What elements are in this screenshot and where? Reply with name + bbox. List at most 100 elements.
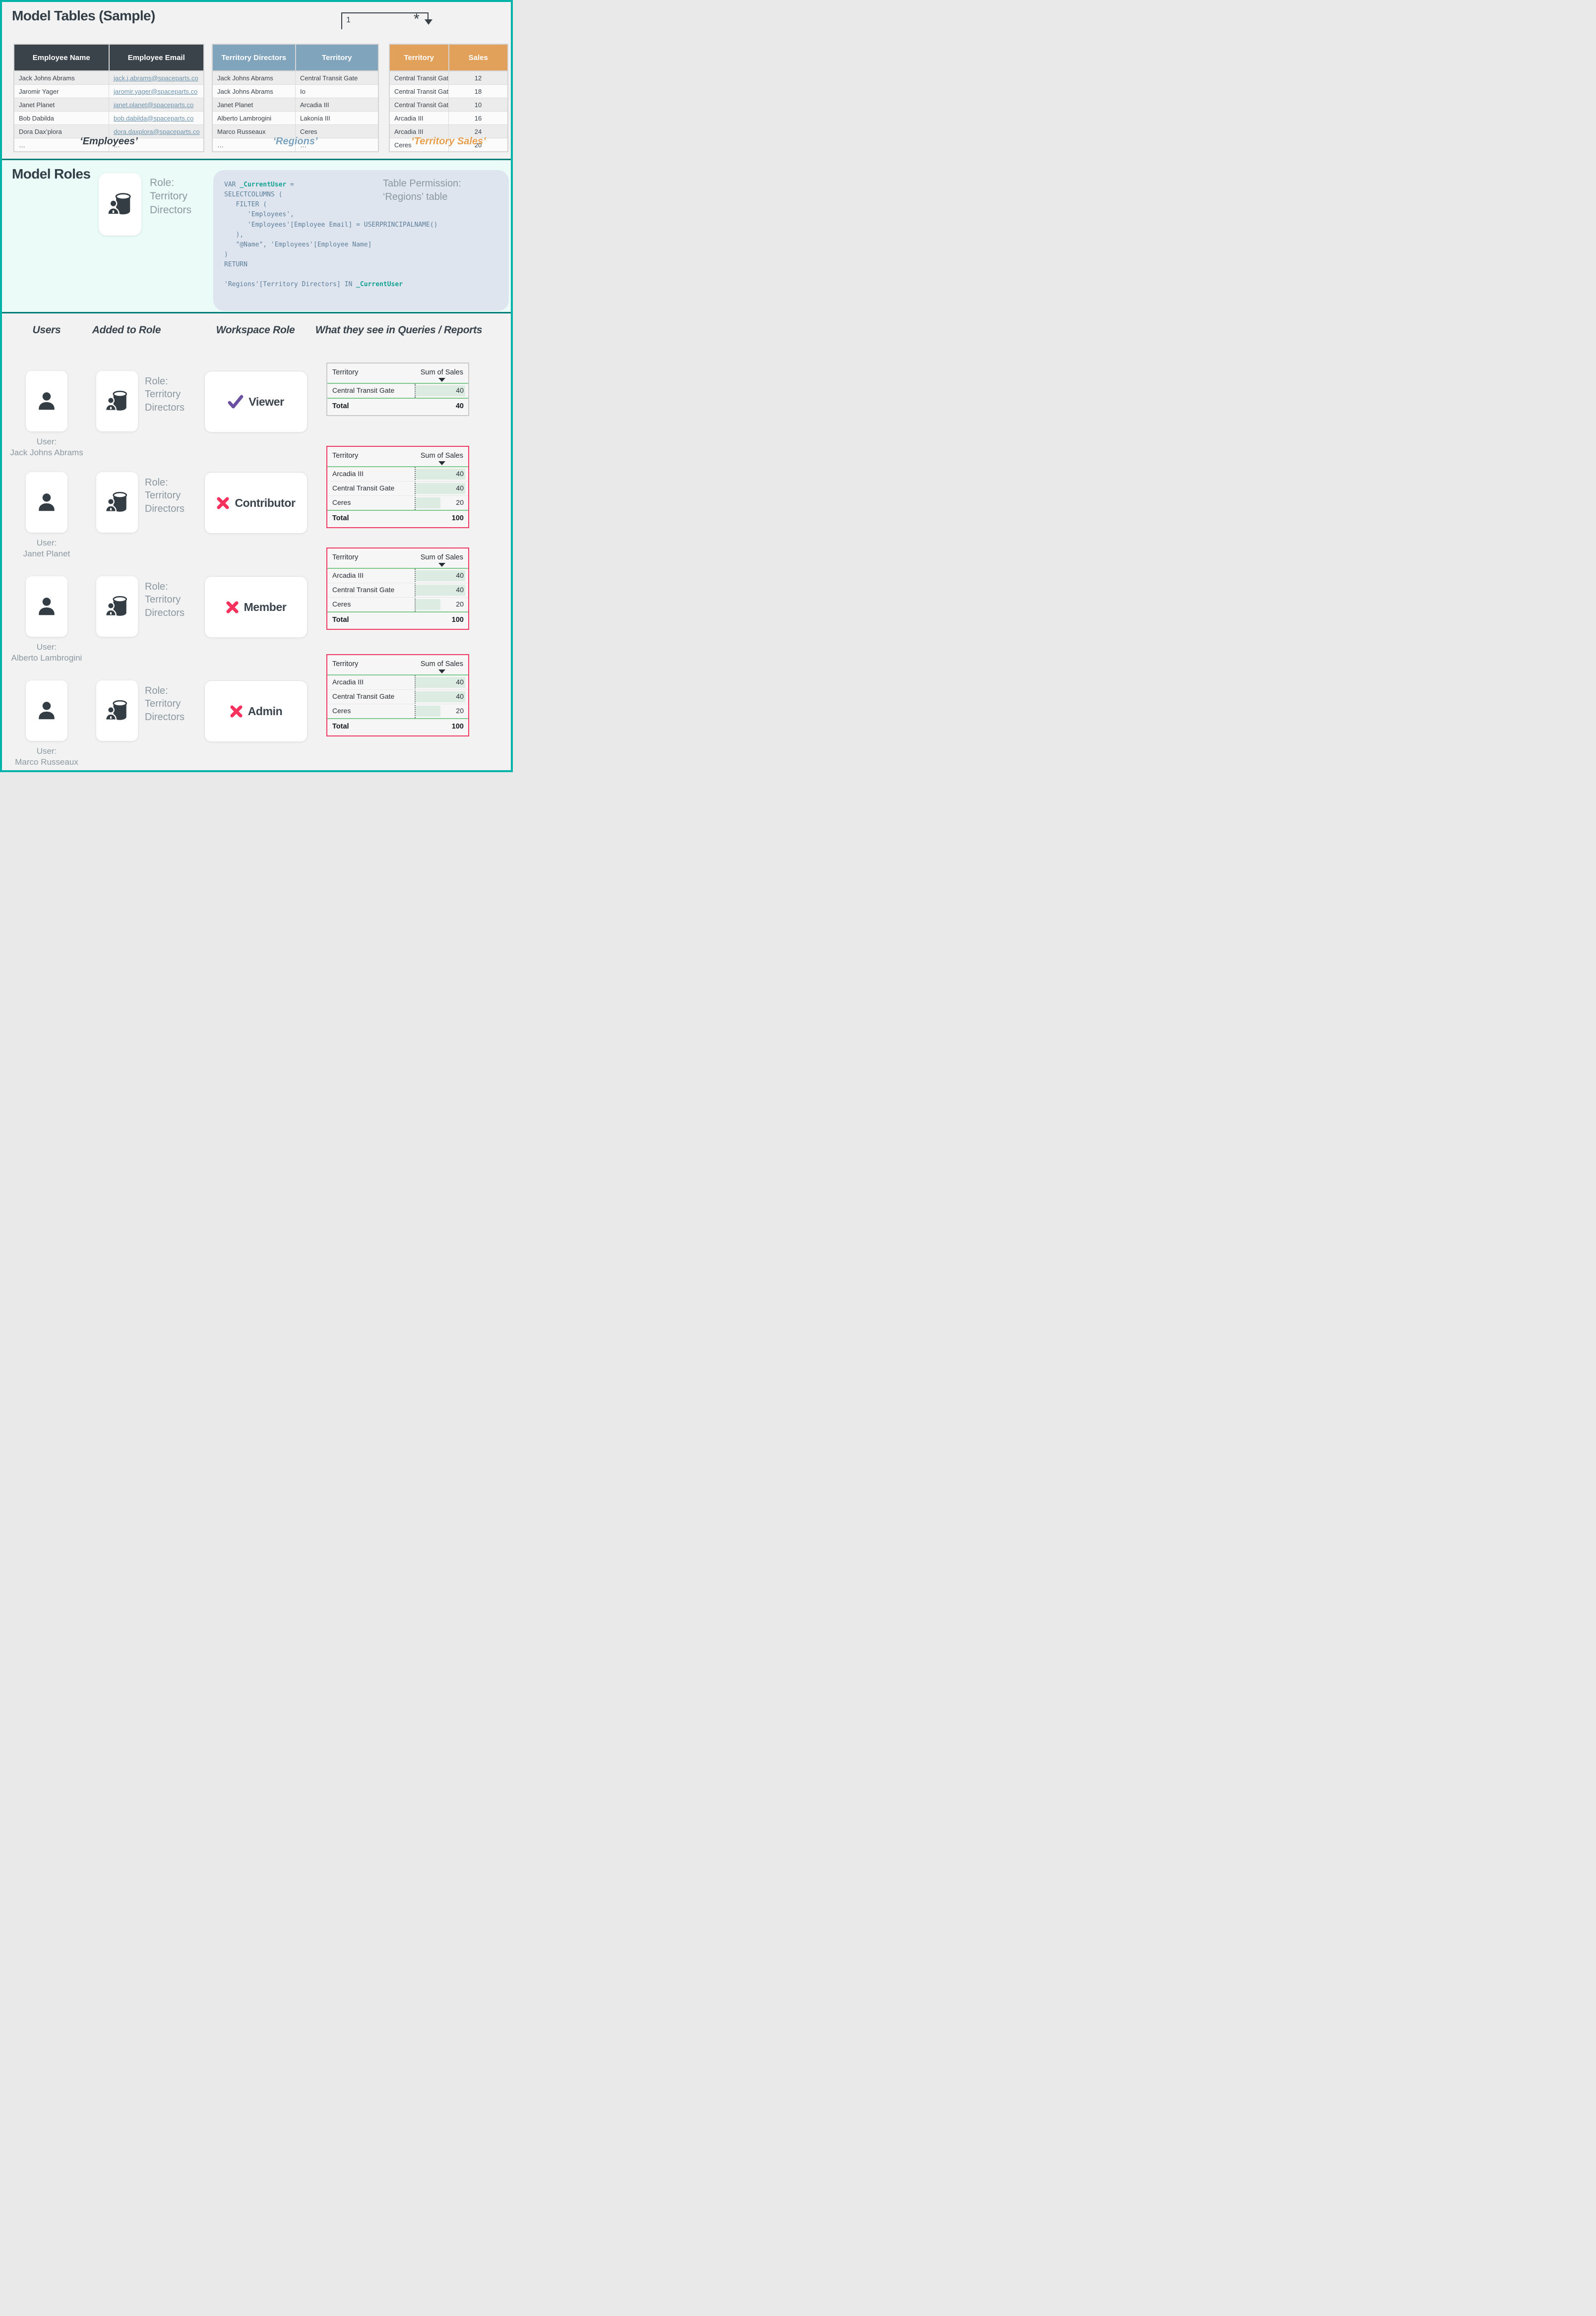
report-value: 40 bbox=[456, 678, 464, 686]
dax-code-line bbox=[224, 270, 509, 280]
table-row: Jack Johns Abramsjack.j.abrams@spacepart… bbox=[14, 71, 204, 85]
table-cell: 16 bbox=[449, 112, 508, 125]
role-card bbox=[96, 680, 138, 741]
report-body: Arcadia III40Central Transit Gate40Ceres… bbox=[327, 675, 468, 718]
report-territory: Central Transit Gate bbox=[332, 586, 394, 594]
x-icon bbox=[216, 496, 230, 510]
user-icon bbox=[35, 699, 58, 722]
table-cell: jaromir.yager@spaceparts.co bbox=[109, 85, 204, 98]
report-row: Central Transit Gate40 bbox=[327, 384, 468, 398]
relationship-one-end bbox=[341, 12, 342, 29]
report-card: Territory Sum of Sales Arcadia III40Cent… bbox=[326, 446, 469, 528]
report-column-sales: Sum of Sales bbox=[421, 660, 463, 668]
email-link[interactable]: jack.j.abrams@spaceparts.co bbox=[114, 74, 198, 82]
user-name: Janet Planet bbox=[23, 549, 70, 558]
report-total-row: Total 100 bbox=[327, 719, 468, 731]
role-name: Territory Directors bbox=[145, 490, 184, 514]
table-cell: Bob Dabilda bbox=[14, 112, 109, 125]
table-cell: Arcadia III bbox=[389, 112, 449, 125]
workspace-role-card: Admin bbox=[204, 680, 307, 742]
report-value: 20 bbox=[456, 707, 464, 715]
report-total-value: 100 bbox=[452, 514, 464, 522]
report-total-value: 100 bbox=[452, 616, 464, 624]
role-name: Territory Directors bbox=[150, 190, 191, 215]
role-card bbox=[96, 472, 138, 533]
workspace-role-card: Viewer bbox=[204, 371, 307, 432]
database-role-icon bbox=[105, 389, 129, 414]
user-card bbox=[26, 680, 67, 741]
table-row: Central Transit Gate10 bbox=[389, 98, 508, 112]
role-label: Role: Territory Directors bbox=[145, 580, 198, 619]
report-column-sales: Sum of Sales bbox=[421, 553, 463, 561]
table-row: Jaromir Yager jaromir.yager@spaceparts.co bbox=[14, 85, 204, 98]
report-header: Territory Sum of Sales bbox=[327, 552, 468, 568]
report-row: Arcadia III40 bbox=[327, 467, 468, 482]
model-tables-title: Model Tables (Sample) bbox=[12, 8, 155, 24]
role-label: Role: Territory Directors bbox=[145, 684, 198, 724]
column-header: Employee Email bbox=[109, 44, 204, 71]
model-tables-section: Model Tables (Sample) 1 * Employee NameE… bbox=[2, 2, 511, 159]
report-value: 40 bbox=[456, 470, 464, 478]
report-total-label: Total bbox=[332, 723, 349, 731]
report-card: Territory Sum of Sales Arcadia III40Cent… bbox=[326, 654, 469, 736]
dax-code-line: 'Employees', bbox=[224, 210, 509, 220]
check-icon bbox=[228, 395, 244, 409]
user-card bbox=[26, 371, 67, 431]
user-name: Alberto Lambrogini bbox=[11, 653, 82, 663]
report-value: 40 bbox=[456, 586, 464, 594]
report-total-label: Total bbox=[332, 514, 349, 522]
email-link[interactable]: bob.dabilda@spaceparts.co bbox=[114, 115, 193, 122]
email-link[interactable]: janet.planet@spaceparts.co bbox=[114, 101, 193, 109]
report-value: 40 bbox=[456, 386, 464, 394]
model-roles-section: Model Roles Role: Territory Directors Ta… bbox=[2, 159, 511, 313]
user-prefix: User: bbox=[7, 436, 86, 447]
column-header: Territory Directors bbox=[212, 44, 296, 71]
user-name: Marco Russeaux bbox=[15, 757, 78, 767]
table-row: Central Transit Gate12 bbox=[389, 71, 508, 85]
report-column-territory: Territory bbox=[332, 452, 358, 460]
dax-code-line: 'Regions'[Territory Directors] IN _Curre… bbox=[224, 280, 509, 290]
table-cell: Central Transit Gate bbox=[389, 98, 449, 112]
table-permission-note: Table Permission: ‘Regions’ table bbox=[383, 177, 497, 204]
table-row: Jack Johns AbramsIo bbox=[212, 85, 378, 98]
role-prefix: Role: bbox=[145, 476, 198, 489]
role-prefix: Role: bbox=[145, 375, 198, 388]
role-card bbox=[96, 576, 138, 637]
database-role-icon bbox=[105, 698, 129, 723]
user-icon bbox=[35, 491, 58, 514]
table-row: Arcadia III16 bbox=[389, 112, 508, 125]
report-header: Territory Sum of Sales bbox=[327, 659, 468, 674]
territory-sales-caption: ‘Territory Sales’ bbox=[389, 136, 508, 147]
report-value: 20 bbox=[456, 498, 464, 506]
sort-descending-icon bbox=[438, 378, 445, 382]
x-icon bbox=[230, 705, 243, 718]
table-cell: 12 bbox=[449, 71, 508, 85]
user-card bbox=[26, 472, 67, 533]
role-label: Role: Territory Directors bbox=[150, 176, 204, 217]
report-column-sales: Sum of Sales bbox=[421, 368, 463, 376]
table-row: Janet PlanetArcadia III bbox=[212, 98, 378, 112]
email-link[interactable]: jaromir.yager@spaceparts.co bbox=[114, 88, 197, 95]
report-total-row: Total 40 bbox=[327, 399, 468, 410]
data-bar bbox=[416, 497, 440, 508]
role-label: Role: Territory Directors bbox=[145, 476, 198, 515]
report-row: Ceres20 bbox=[327, 598, 468, 611]
table-cell: bob.dabilda@spaceparts.co bbox=[109, 112, 204, 125]
report-row: Arcadia III40 bbox=[327, 569, 468, 583]
table-cell: Io bbox=[296, 85, 379, 98]
relationship-arrow-icon bbox=[425, 19, 432, 25]
email-link[interactable]: dora.daxplora@spaceparts.co bbox=[114, 128, 200, 135]
rls-diagram-page: Model Tables (Sample) 1 * Employee NameE… bbox=[0, 0, 513, 772]
report-territory: Ceres bbox=[332, 498, 351, 506]
table-cell: Jack Johns Abrams bbox=[212, 71, 296, 85]
user-icon bbox=[35, 595, 58, 618]
relationship-many-label: * bbox=[414, 11, 420, 28]
dax-code-line: 'Employees'[Employee Email] = USERPRINCI… bbox=[224, 220, 509, 230]
report-territory: Central Transit Gate bbox=[332, 484, 394, 492]
table-cell: Jaromir Yager bbox=[14, 85, 109, 98]
report-total-value: 100 bbox=[452, 723, 464, 731]
sort-descending-icon bbox=[438, 670, 445, 673]
table-permission-title: Table Permission: bbox=[383, 177, 497, 190]
column-header-workspace-role: Workspace Role bbox=[204, 324, 307, 336]
table-cell: Central Transit Gate bbox=[296, 71, 379, 85]
